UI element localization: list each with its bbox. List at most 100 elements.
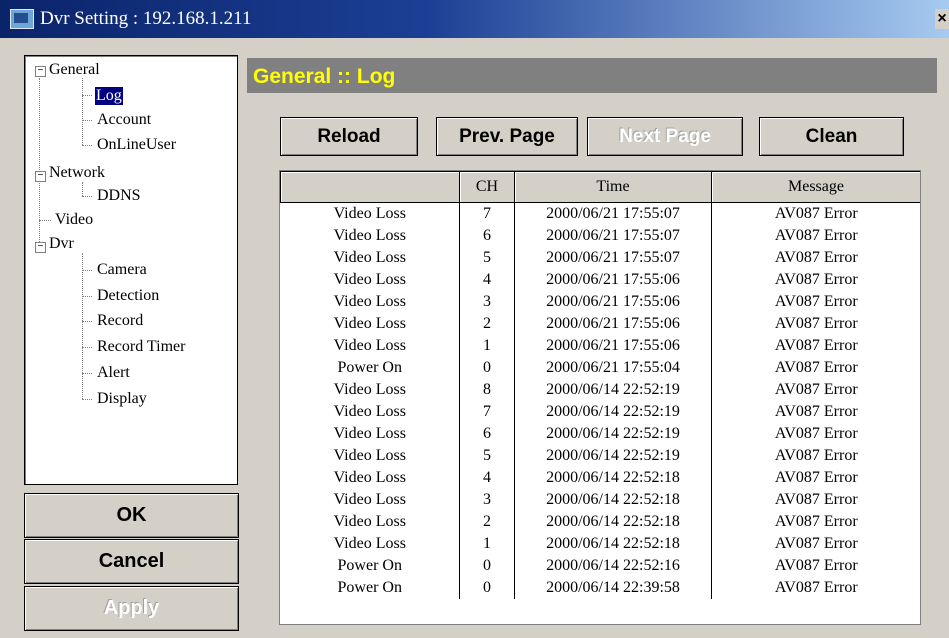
event-cell: Video Loss bbox=[333, 315, 406, 332]
table-row[interactable]: Video Loss 5 2000/06/14 22:52:19 AV087 Erro… bbox=[281, 445, 920, 467]
event-column-header[interactable] bbox=[280, 171, 460, 203]
channel-cell: 5 bbox=[459, 445, 515, 467]
time-cell: 2000/06/21 17:55:07 bbox=[514, 202, 712, 225]
tree-item-network[interactable]: Network bbox=[49, 164, 105, 182]
channel-cell: 1 bbox=[459, 533, 515, 555]
table-row[interactable]: Video Loss 3 2000/06/21 17:55:06 AV087 Erro… bbox=[281, 291, 920, 313]
table-row[interactable]: Video Loss 6 2000/06/14 22:52:19 AV087 Erro… bbox=[281, 423, 920, 445]
message-cell: AV087 Error bbox=[711, 511, 920, 533]
channel-cell: 2 bbox=[459, 511, 515, 533]
channel-cell: 3 bbox=[459, 291, 515, 313]
table-row[interactable]: Video Loss 2 2000/06/14 22:52:18 AV087 Erro… bbox=[281, 511, 920, 533]
event-cell: Video Loss bbox=[333, 337, 406, 354]
cancel-button[interactable]: Cancel bbox=[24, 539, 239, 584]
message-cell: AV087 Error bbox=[711, 577, 920, 599]
clean-button[interactable]: Clean bbox=[759, 117, 904, 156]
dvr-collapse-icon[interactable]: − bbox=[35, 242, 46, 253]
channel-cell: 5 bbox=[459, 247, 515, 269]
general-collapse-icon[interactable]: − bbox=[35, 66, 46, 77]
table-row[interactable]: Video Loss 5 2000/06/21 17:55:07 AV087 Erro… bbox=[281, 247, 920, 269]
previous-page-button[interactable]: Prev. Page bbox=[436, 117, 578, 156]
table-row[interactable]: Power On 0 2000/06/14 22:52:16 AV087 Error bbox=[281, 555, 920, 577]
time-cell: 2000/06/21 17:55:06 bbox=[514, 269, 712, 291]
table-header-row: CH Time Message bbox=[280, 171, 920, 203]
tree-item-display[interactable]: Display bbox=[97, 390, 147, 408]
tree-item-detection[interactable]: Detection bbox=[97, 287, 159, 305]
tree-item-record-timer[interactable]: Record Timer bbox=[97, 338, 185, 356]
table-row[interactable]: Video Loss 4 2000/06/21 17:55:06 AV087 Erro… bbox=[281, 269, 920, 291]
close-icon[interactable]: × bbox=[935, 9, 949, 29]
event-cell: Video Loss bbox=[333, 535, 406, 552]
log-table[interactable]: CH Time Message Video Loss 7 2000/06/21 17… bbox=[279, 170, 921, 625]
event-cell: Video Loss bbox=[333, 491, 406, 508]
channel-cell: 7 bbox=[459, 202, 515, 225]
time-cell: 2000/06/14 22:52:18 bbox=[514, 533, 712, 555]
next-page-button[interactable]: Next Page bbox=[587, 117, 743, 156]
table-row[interactable]: Video Loss 1 2000/06/14 22:52:18 AV087 Erro… bbox=[281, 533, 920, 555]
table-row[interactable]: Video Loss 4 2000/06/14 22:52:18 AV087 Erro… bbox=[281, 467, 920, 489]
tree-item-record[interactable]: Record bbox=[97, 312, 143, 330]
apply-button[interactable]: Apply bbox=[24, 586, 239, 631]
tree-item-general[interactable]: General bbox=[49, 61, 100, 79]
message-cell: AV087 Error bbox=[711, 269, 920, 291]
channel-cell: 4 bbox=[459, 269, 515, 291]
ok-button[interactable]: OK bbox=[24, 493, 239, 538]
channel-cell: 7 bbox=[459, 401, 515, 423]
event-cell: Video Loss bbox=[333, 249, 406, 266]
channel-cell: 6 bbox=[459, 225, 515, 247]
channel-cell: 3 bbox=[459, 489, 515, 511]
event-cell: Video Loss bbox=[333, 403, 406, 420]
event-cell: Video Loss bbox=[333, 293, 406, 310]
event-cell: Video Loss bbox=[333, 425, 406, 442]
table-row[interactable]: Video Loss 7 2000/06/14 22:52:19 AV087 Erro… bbox=[281, 401, 920, 423]
time-cell: 2000/06/14 22:52:16 bbox=[514, 555, 712, 577]
tree-item-ddns[interactable]: DDNS bbox=[97, 187, 141, 205]
table-row[interactable]: Power On 0 2000/06/14 22:39:58 AV087 Error bbox=[281, 577, 920, 599]
event-cell: Video Loss bbox=[333, 469, 406, 486]
time-cell: 2000/06/14 22:52:19 bbox=[514, 379, 712, 401]
table-row[interactable]: Video Loss 1 2000/06/21 17:55:06 AV087 Erro… bbox=[281, 335, 920, 357]
message-cell: AV087 Error bbox=[711, 467, 920, 489]
table-row[interactable]: Power On 0 2000/06/21 17:55:04 AV087 Error bbox=[281, 357, 920, 379]
tree-item-account[interactable]: Account bbox=[97, 111, 151, 129]
reload-button[interactable]: Reload bbox=[280, 117, 418, 156]
message-column-header[interactable]: Message bbox=[711, 171, 920, 203]
table-row[interactable]: Video Loss 2 2000/06/21 17:55:06 AV087 Erro… bbox=[281, 313, 920, 335]
time-column-header[interactable]: Time bbox=[514, 171, 712, 203]
table-row[interactable]: Video Loss 6 2000/06/21 17:55:07 AV087 Erro… bbox=[281, 225, 920, 247]
tree-item-onlineuser[interactable]: OnLineUser bbox=[97, 136, 176, 154]
message-cell: AV087 Error bbox=[711, 291, 920, 313]
message-cell: AV087 Error bbox=[711, 247, 920, 269]
network-collapse-icon[interactable]: − bbox=[35, 171, 46, 182]
message-cell: AV087 Error bbox=[711, 379, 920, 401]
time-cell: 2000/06/21 17:55:06 bbox=[514, 291, 712, 313]
event-cell: Power On bbox=[337, 579, 402, 596]
event-cell: Video Loss bbox=[333, 205, 406, 222]
time-cell: 2000/06/21 17:55:04 bbox=[514, 357, 712, 379]
tree-item-video[interactable]: Video bbox=[55, 211, 93, 229]
panel-title: General :: Log bbox=[247, 58, 937, 93]
window-titlebar[interactable]: Dvr Setting : 192.168.1.211 × bbox=[0, 0, 949, 38]
tree-item-alert[interactable]: Alert bbox=[97, 364, 130, 382]
time-cell: 2000/06/14 22:52:19 bbox=[514, 445, 712, 467]
tree-item-camera[interactable]: Camera bbox=[97, 261, 147, 279]
tree-item-dvr[interactable]: Dvr bbox=[49, 235, 74, 253]
channel-column-header[interactable]: CH bbox=[459, 171, 515, 203]
window-title: Dvr Setting : 192.168.1.211 bbox=[40, 8, 252, 29]
message-cell: AV087 Error bbox=[711, 225, 920, 247]
time-cell: 2000/06/14 22:52:19 bbox=[514, 423, 712, 445]
time-cell: 2000/06/14 22:52:18 bbox=[514, 511, 712, 533]
event-cell: Video Loss bbox=[333, 381, 406, 398]
table-row[interactable]: Video Loss 8 2000/06/14 22:52:19 AV087 Erro… bbox=[281, 379, 920, 401]
channel-cell: 4 bbox=[459, 467, 515, 489]
table-row[interactable]: Video Loss 7 2000/06/21 17:55:07 AV087 Erro… bbox=[281, 202, 920, 225]
message-cell: AV087 Error bbox=[711, 313, 920, 335]
channel-cell: 0 bbox=[459, 357, 515, 379]
tree-item-log[interactable]: Log bbox=[95, 87, 123, 105]
time-cell: 2000/06/21 17:55:06 bbox=[514, 335, 712, 357]
message-cell: AV087 Error bbox=[711, 335, 920, 357]
table-row[interactable]: Video Loss 3 2000/06/14 22:52:18 AV087 Erro… bbox=[281, 489, 920, 511]
event-cell: Power On bbox=[337, 557, 402, 574]
time-cell: 2000/06/21 17:55:07 bbox=[514, 247, 712, 269]
settings-tree[interactable]: − General Log Account OnLineUser − Netwo… bbox=[24, 55, 238, 485]
